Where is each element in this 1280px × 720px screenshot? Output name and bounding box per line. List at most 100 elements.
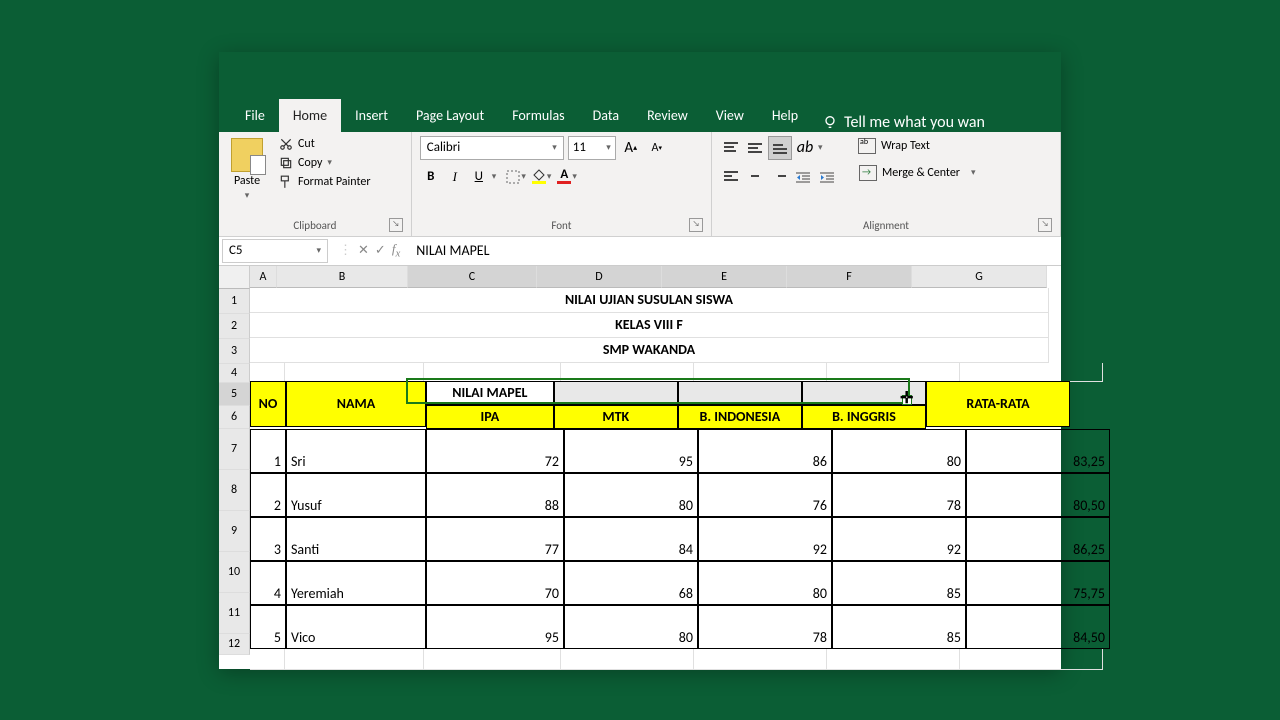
cell-ipa-8[interactable]: 88: [426, 473, 564, 517]
cell-g4[interactable]: [960, 363, 1103, 382]
cell-b4[interactable]: [285, 363, 424, 382]
font-color-button[interactable]: A ▾: [555, 167, 579, 186]
clipboard-dialog-launcher[interactable]: ↘: [389, 218, 403, 232]
cancel-formula-button[interactable]: ✕: [358, 243, 369, 258]
cell-binggris-11[interactable]: 85: [832, 605, 966, 649]
bold-button[interactable]: B: [420, 166, 442, 188]
tab-insert[interactable]: Insert: [341, 99, 402, 132]
formula-input[interactable]: NILAI MAPEL: [408, 242, 1061, 259]
cell-a12[interactable]: [250, 649, 285, 670]
row-header-10[interactable]: 10: [219, 552, 250, 593]
col-header-g[interactable]: G: [912, 266, 1047, 288]
tab-view[interactable]: View: [702, 99, 758, 132]
select-all-corner[interactable]: [219, 266, 250, 289]
cell-a4[interactable]: [250, 363, 285, 382]
sheet-area[interactable]: 1 2 3 4 5 6 7 8 9 10 11 12 A B C D E F G: [219, 266, 1061, 669]
tab-page-layout[interactable]: Page Layout: [402, 99, 498, 132]
decrease-indent-button[interactable]: [792, 166, 814, 188]
header-nilai-mapel[interactable]: NILAI MAPEL: [426, 381, 554, 405]
cell-rata-8[interactable]: 80,50: [966, 473, 1110, 517]
cell-nama-8[interactable]: Yusuf: [286, 473, 426, 517]
cell-rata-11[interactable]: 84,50: [966, 605, 1110, 649]
cell-f4[interactable]: [827, 363, 960, 382]
row-header-4[interactable]: 4: [219, 364, 250, 383]
cell-ipa-7[interactable]: 72: [426, 429, 564, 473]
tab-data[interactable]: Data: [579, 99, 633, 132]
align-top-button[interactable]: [720, 137, 742, 159]
row-header-9[interactable]: 9: [219, 511, 250, 552]
title-2[interactable]: KELAS VIII F: [250, 313, 1049, 338]
row-header-5[interactable]: 5: [219, 383, 250, 406]
orientation-dropdown[interactable]: ▾: [818, 142, 823, 153]
cell-mtk-10[interactable]: 68: [564, 561, 698, 605]
cell-e5[interactable]: [678, 381, 802, 405]
row-header-6[interactable]: 6: [219, 406, 250, 429]
cell-rata-7[interactable]: 83,25: [966, 429, 1110, 473]
align-bottom-button[interactable]: [768, 136, 792, 160]
merge-center-button[interactable]: Merge & Center: [852, 162, 967, 184]
tab-review[interactable]: Review: [633, 99, 702, 132]
cell-mtk-9[interactable]: 84: [564, 517, 698, 561]
header-mtk[interactable]: MTK: [554, 405, 678, 429]
borders-button[interactable]: ▾: [504, 168, 528, 186]
col-header-d[interactable]: D: [537, 266, 662, 288]
cell-c4[interactable]: [424, 363, 561, 382]
col-header-f[interactable]: F: [787, 266, 912, 288]
fill-color-button[interactable]: ▾: [530, 167, 554, 186]
align-middle-button[interactable]: [744, 137, 766, 159]
font-dialog-launcher[interactable]: ↘: [689, 218, 703, 232]
cell-bindo-8[interactable]: 76: [698, 473, 832, 517]
cell-e12[interactable]: [694, 649, 827, 670]
row-header-8[interactable]: 8: [219, 470, 250, 511]
header-bindo[interactable]: B. INDONESIA: [678, 405, 802, 429]
tab-formulas[interactable]: Formulas: [498, 99, 578, 132]
tab-help[interactable]: Help: [758, 99, 812, 132]
cut-button[interactable]: Cut: [275, 136, 375, 152]
row-header-2[interactable]: 2: [219, 314, 250, 339]
header-no[interactable]: NO: [250, 381, 286, 427]
cell-binggris-9[interactable]: 92: [832, 517, 966, 561]
align-right-button[interactable]: [768, 166, 790, 188]
paste-button[interactable]: Paste ▾: [227, 136, 267, 203]
row-header-3[interactable]: 3: [219, 339, 250, 364]
cell-binggris-7[interactable]: 80: [832, 429, 966, 473]
copy-button[interactable]: Copy ▾: [275, 155, 375, 171]
align-left-button[interactable]: [720, 166, 742, 188]
cell-bindo-7[interactable]: 86: [698, 429, 832, 473]
cell-rata-9[interactable]: 86,25: [966, 517, 1110, 561]
orientation-button[interactable]: ab: [794, 137, 816, 159]
row-header-1[interactable]: 1: [219, 289, 250, 314]
format-painter-button[interactable]: Format Painter: [275, 174, 375, 190]
tab-file[interactable]: File: [231, 99, 279, 132]
fx-button[interactable]: fx: [392, 241, 400, 260]
tab-home[interactable]: Home: [279, 99, 341, 132]
row-header-7[interactable]: 7: [219, 429, 250, 470]
increase-font-button[interactable]: A▴: [620, 137, 642, 159]
wrap-text-button[interactable]: Wrap Text: [852, 136, 980, 156]
cell-bindo-10[interactable]: 80: [698, 561, 832, 605]
alignment-dialog-launcher[interactable]: ↘: [1038, 218, 1052, 232]
font-size-combo[interactable]: 11▾: [568, 136, 616, 160]
cell-rata-10[interactable]: 75,75: [966, 561, 1110, 605]
cell-no-11[interactable]: 5: [250, 605, 286, 649]
name-box[interactable]: C5▾: [222, 239, 328, 263]
cell-nama-11[interactable]: Vico: [286, 605, 426, 649]
cell-no-10[interactable]: 4: [250, 561, 286, 605]
cell-b12[interactable]: [285, 649, 424, 670]
underline-button[interactable]: U: [468, 166, 490, 188]
cell-d4[interactable]: [561, 363, 694, 382]
cell-ipa-9[interactable]: 77: [426, 517, 564, 561]
cell-d12[interactable]: [561, 649, 694, 670]
cell-no-7[interactable]: 1: [250, 429, 286, 473]
cell-ipa-10[interactable]: 70: [426, 561, 564, 605]
underline-dropdown[interactable]: ▾: [492, 171, 497, 182]
cell-binggris-8[interactable]: 78: [832, 473, 966, 517]
increase-indent-button[interactable]: [816, 166, 838, 188]
italic-button[interactable]: I: [444, 166, 466, 188]
cell-mtk-11[interactable]: 80: [564, 605, 698, 649]
cell-e4[interactable]: [694, 363, 827, 382]
row-header-12[interactable]: 12: [219, 634, 250, 655]
header-rata-rata[interactable]: RATA-RATA: [926, 381, 1070, 427]
align-center-button[interactable]: [744, 166, 766, 188]
cell-f12[interactable]: [827, 649, 960, 670]
